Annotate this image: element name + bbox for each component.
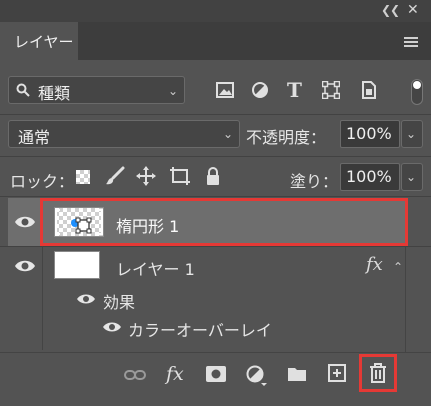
- image-filter-icon[interactable]: [216, 82, 234, 98]
- eye-icon[interactable]: [76, 293, 96, 305]
- type-filter-icon[interactable]: T: [287, 78, 302, 102]
- delete-layer-icon[interactable]: [369, 363, 387, 383]
- panel-top-strip: [0, 0, 431, 22]
- divider: [0, 196, 431, 197]
- fill-label: 塗り：: [290, 172, 339, 191]
- lock-transparent-icon[interactable]: [76, 170, 90, 184]
- hamburger-menu-icon[interactable]: [404, 37, 418, 47]
- layer-thumbnail: [54, 251, 100, 279]
- chevron-down-icon: ⌄: [406, 170, 417, 184]
- shape-filter-icon[interactable]: [322, 81, 340, 99]
- eye-icon[interactable]: [102, 321, 122, 333]
- chevron-down-icon: ⌄: [406, 127, 417, 141]
- divider: [0, 114, 431, 115]
- smart-object-filter-icon[interactable]: [361, 81, 377, 99]
- chevron-down-icon: ⌄: [223, 127, 234, 141]
- effects-label: 効果: [103, 293, 136, 312]
- divider: [0, 246, 431, 247]
- vector-mask-thumbnail: [55, 209, 103, 235]
- fill-value: 100%: [346, 167, 392, 186]
- eye-icon[interactable]: [14, 215, 36, 229]
- lock-label: ロック：: [10, 172, 75, 191]
- lock-all-icon[interactable]: [205, 166, 221, 186]
- filter-kind-label: 種類: [38, 84, 71, 103]
- double-chevron-left-icon[interactable]: ❮❮: [381, 3, 400, 17]
- chevron-up-icon[interactable]: ⌃: [393, 260, 403, 274]
- link-layers-icon[interactable]: [124, 369, 146, 381]
- add-mask-icon[interactable]: [206, 366, 226, 382]
- tab-layers-label: レイヤー: [14, 33, 74, 51]
- effect-item-color-overlay[interactable]: カラーオーバーレイ: [128, 317, 272, 341]
- opacity-value: 100%: [346, 124, 392, 143]
- opacity-label: 不透明度：: [246, 128, 327, 147]
- divider: [0, 156, 431, 157]
- scrollbar-track[interactable]: [405, 246, 406, 352]
- new-layer-icon[interactable]: [328, 364, 346, 382]
- eye-icon[interactable]: [14, 259, 36, 273]
- layer-name[interactable]: レイヤー 1: [116, 256, 195, 280]
- add-style-icon[interactable]: fx: [166, 363, 184, 385]
- blend-mode-label: 通常: [18, 128, 51, 147]
- fx-indicator[interactable]: fx: [366, 254, 383, 275]
- resize-grip[interactable]: [207, 400, 223, 404]
- lock-artboard-icon[interactable]: [169, 166, 191, 186]
- chevron-down-icon: ⌄: [168, 84, 179, 98]
- layer-name[interactable]: 楕円形 1: [116, 213, 179, 237]
- filter-toggle[interactable]: [411, 79, 423, 105]
- lock-position-move-icon[interactable]: [136, 166, 156, 186]
- search-icon: [16, 83, 30, 97]
- new-adjustment-icon[interactable]: [246, 365, 268, 387]
- close-icon[interactable]: ✕: [407, 2, 419, 18]
- new-group-icon[interactable]: [287, 366, 307, 382]
- filter-kind-dropdown[interactable]: [8, 76, 185, 104]
- adjustment-filter-icon[interactable]: [252, 82, 268, 98]
- lock-image-brush-icon[interactable]: [105, 166, 125, 186]
- eye-column-divider: [42, 246, 43, 350]
